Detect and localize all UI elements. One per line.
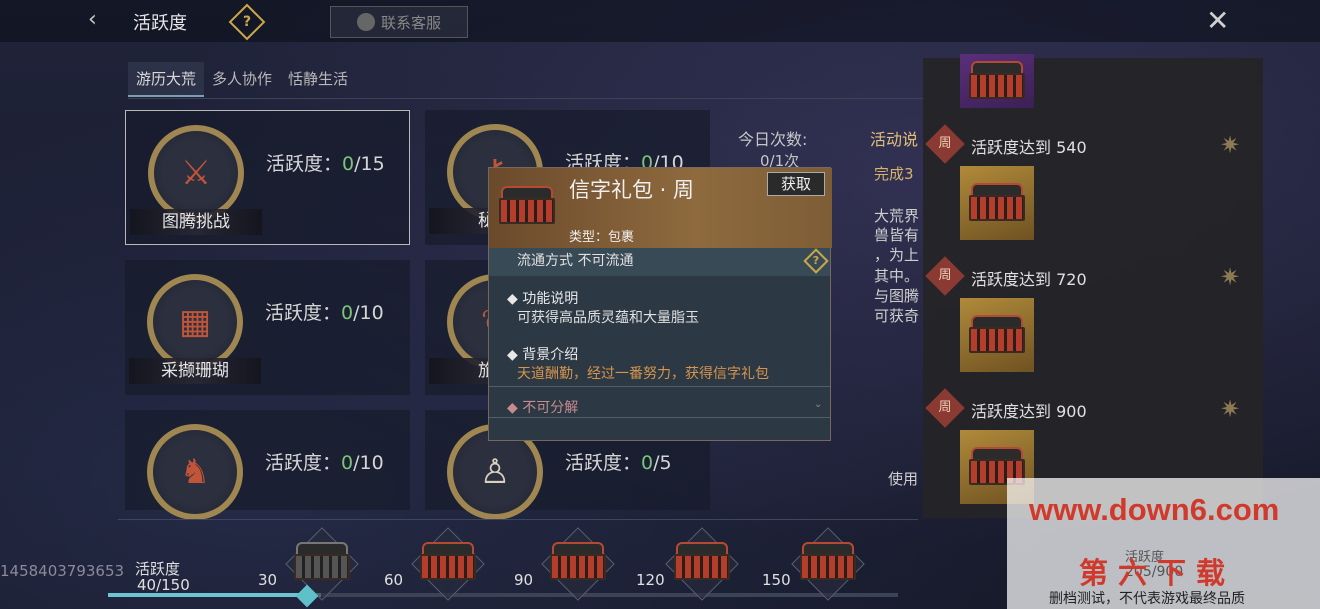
- player-uid: 1458403793653: [0, 562, 125, 580]
- activity-emblem: ▦: [147, 274, 243, 370]
- item-type: 类型：包裹: [569, 230, 635, 245]
- watermark-url: www.down6.com: [1029, 492, 1280, 527]
- bottom-divider: [118, 519, 918, 520]
- chest-icon: [969, 315, 1025, 355]
- milestone-120[interactable]: 120: [636, 527, 742, 601]
- milestone-30[interactable]: 30: [258, 527, 362, 601]
- activity-progress: 活跃度：0/15: [266, 153, 385, 175]
- no-decompose-text: ◆ 不可分解: [507, 400, 579, 416]
- weekly-reward-panel: 周 活跃度达到 540 ✷ 周 活跃度达到 720 ✷ 周 活跃度达到 900 …: [923, 54, 1263, 518]
- watermark-title: 第六下载: [1079, 556, 1236, 590]
- chest-icon: [294, 542, 350, 582]
- activity-emblem: ♞: [147, 424, 243, 520]
- description-line: 大荒界: [874, 207, 920, 225]
- description-line: 兽皆有: [874, 226, 920, 244]
- contact-service-label: 联系客服: [380, 13, 441, 32]
- circulation-text: 流通方式 不可流通: [517, 253, 634, 269]
- activity-name: 图腾挑战: [130, 209, 262, 235]
- description-line: 与图腾: [874, 287, 920, 305]
- contact-service-button[interactable]: 联系客服: [330, 6, 468, 38]
- beast-icon: ♞: [179, 452, 211, 492]
- reward-requirement: 活跃度达到 900: [971, 402, 1087, 421]
- chest-icon: [550, 542, 606, 582]
- item-title: 信字礼包 · 周: [569, 178, 695, 202]
- activity-card-coral[interactable]: ▦ 采撷珊瑚 活跃度：0/10: [125, 260, 410, 395]
- gear-icon: ✷: [1219, 131, 1241, 159]
- use-text: 使用: [888, 470, 919, 488]
- weekly-badge: 周: [925, 124, 965, 164]
- reward-requirement: 活跃度达到 540: [971, 138, 1087, 157]
- stone-stack-icon: ♙: [479, 452, 511, 492]
- function-body: 可获得高品质灵蕴和大量脂玉: [517, 310, 699, 326]
- service-icon: [356, 13, 375, 31]
- chest-icon: [420, 542, 476, 582]
- tab-leisure[interactable]: 恬静生活: [280, 62, 356, 97]
- milestone-value: 150: [762, 571, 791, 589]
- help-icon[interactable]: ?: [803, 248, 829, 274]
- crossed-axes-icon: ⚔: [180, 153, 212, 193]
- description-line: ，为上: [874, 246, 920, 264]
- weekly-badge: 周: [925, 388, 965, 428]
- chest-icon: [969, 61, 1025, 101]
- gear-icon: ✷: [1219, 395, 1241, 423]
- back-arrow-icon[interactable]: ‹: [88, 9, 110, 31]
- tab-explore[interactable]: 游历大荒: [128, 62, 205, 97]
- milestone-value: 90: [514, 571, 534, 589]
- chest-icon: [969, 183, 1025, 223]
- milestone-150[interactable]: 150: [762, 527, 868, 601]
- activity-card-totem[interactable]: ⚔ 图腾挑战 活跃度：0/15: [125, 110, 410, 245]
- activity-description-title: 活动说: [870, 130, 919, 149]
- description-line: 可获奇: [874, 307, 920, 325]
- activity-name: 采撷珊瑚: [129, 358, 261, 384]
- gift-chest-icon: [499, 180, 555, 232]
- milestone-value: 120: [636, 571, 665, 589]
- close-icon[interactable]: ✕: [1206, 7, 1234, 35]
- no-decompose-row: ◆ 不可分解 ⌄: [489, 386, 830, 418]
- tab-bar: 游历大荒 多人协作 恬静生活: [128, 62, 356, 97]
- watermark-note: 删档测试，不代表游戏最终品质: [1049, 591, 1245, 607]
- description-line: 其中。: [874, 267, 920, 285]
- gear-icon: ✷: [1219, 263, 1241, 291]
- activity-progress: 活跃度：0/5: [565, 452, 672, 474]
- page-title: 活跃度: [133, 13, 187, 34]
- chevron-down-icon[interactable]: ⌄: [814, 399, 822, 410]
- description-line: 完成3: [874, 165, 914, 183]
- reward-requirement: 活跃度达到 720: [971, 270, 1087, 289]
- activity-total-value: 40/150: [137, 576, 190, 594]
- function-title: ◆ 功能说明: [507, 291, 579, 307]
- chest-icon: [674, 542, 730, 582]
- weekly-badge: 周: [925, 256, 965, 296]
- activity-emblem: ⚔: [148, 125, 244, 221]
- tab-divider: [128, 98, 923, 99]
- background-body: 天道酬勤，经过一番努力，获得信字礼包: [517, 366, 769, 382]
- tab-cooperate[interactable]: 多人协作: [204, 62, 280, 97]
- item-detail-popup: 信字礼包 · 周 获取 类型：包裹 流通方式 不可流通 ? ◆ 功能说明 可获得…: [488, 167, 832, 441]
- milestone-value: 60: [384, 571, 404, 589]
- milestone-60[interactable]: 60: [384, 527, 488, 601]
- reward-item-slot[interactable]: [960, 54, 1034, 108]
- chest-icon: [800, 542, 856, 582]
- reward-item-slot[interactable]: [960, 166, 1034, 240]
- background-title: ◆ 背景介绍: [507, 347, 579, 363]
- circulation-row: 流通方式 不可流通 ?: [489, 248, 830, 276]
- obtain-button[interactable]: 获取: [767, 172, 825, 196]
- milestone-90[interactable]: 90: [514, 527, 618, 601]
- watermark: www.down6.com 活跃度 205/900 第六下载 删档测试，不代表游…: [1007, 478, 1320, 609]
- activity-progress: 活跃度：0/10: [265, 452, 384, 474]
- today-count-label: 今日次数:: [738, 130, 808, 149]
- top-bar: [0, 0, 1320, 42]
- activity-card-beast[interactable]: ♞ 活跃度：0/10: [125, 410, 410, 520]
- reward-item-slot[interactable]: [960, 298, 1034, 372]
- milestone-value: 30: [258, 571, 278, 589]
- popup-header: 信字礼包 · 周 获取 类型：包裹: [489, 168, 832, 248]
- activity-progress: 活跃度：0/10: [265, 302, 384, 324]
- calendar-icon: ▦: [178, 302, 212, 342]
